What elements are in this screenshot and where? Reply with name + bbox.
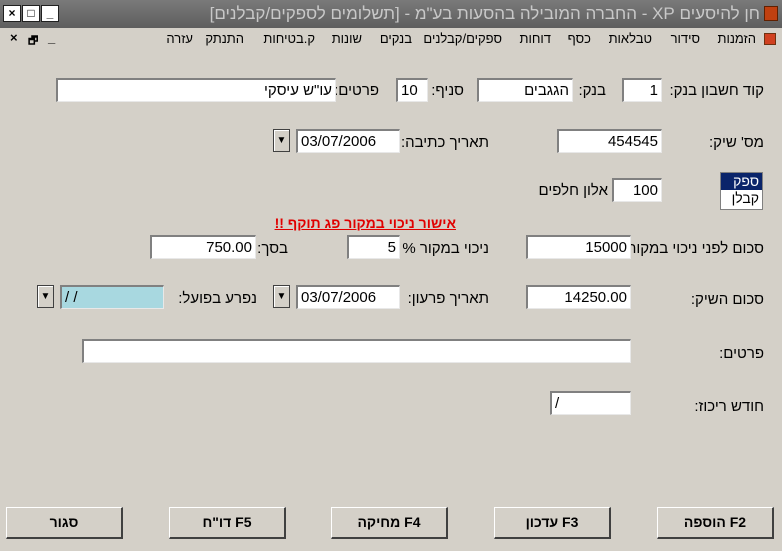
total-field[interactable]: 750.00 [150, 235, 256, 259]
details-top-label: פרטים: [334, 82, 379, 99]
bank-code-label: קוד חשבון בנק: [669, 82, 764, 99]
type-option-supplier[interactable]: ספק [721, 173, 762, 190]
delete-button[interactable]: מחיקה F4 [331, 507, 448, 539]
amount-before-label: סכום לפני ניכוי במקור: [624, 240, 764, 257]
menu-suppliers[interactable]: ספקים/קבלנים [423, 31, 502, 46]
redeem-date-label: תאריך פרעון: [407, 290, 489, 307]
book-number-label: אלון חלפים [538, 182, 608, 199]
menu-banks[interactable]: בנקים [380, 31, 412, 46]
withholding-pct-field[interactable]: 5 [347, 235, 400, 259]
menu-app-icon [764, 33, 776, 45]
consolidation-month-field[interactable]: / [550, 391, 631, 415]
details-label: פרטים: [719, 345, 764, 362]
menu-safety[interactable]: ק.בטיחות [263, 31, 315, 46]
actually-paid-dropdown-icon[interactable]: ▼ [37, 285, 54, 308]
mdi-minimize-icon[interactable]: _ [48, 30, 55, 45]
redeem-date-dropdown-icon[interactable]: ▼ [273, 285, 290, 308]
menu-reports[interactable]: דוחות [520, 31, 552, 46]
title-bar: × □ _ חן להיסעים XP - החברה המובילה בהסע… [0, 0, 782, 28]
actually-paid-label: נפרע בפועל: [178, 290, 257, 307]
amount-before-field[interactable]: 15000 [526, 235, 631, 259]
total-label: בסך: [257, 240, 288, 257]
menu-help[interactable]: עזרה [166, 31, 193, 46]
mdi-close-icon[interactable]: × [10, 30, 18, 45]
menu-logout[interactable]: התנתק [205, 31, 244, 46]
bank-label: בנק: [578, 82, 606, 99]
menu-money[interactable]: כסף [568, 31, 591, 46]
branch-label: סניף: [431, 82, 464, 99]
type-option-contractor[interactable]: קבלן [721, 190, 762, 207]
type-list[interactable]: ספק קבלן [720, 172, 763, 210]
window-close-button[interactable]: × [3, 5, 21, 22]
bank-field[interactable]: הגגבים [477, 78, 573, 102]
window-minimize-button[interactable]: _ [41, 5, 59, 22]
bank-code-field[interactable]: 1 [622, 78, 662, 102]
menu-misc[interactable]: שונות [332, 31, 362, 46]
actually-paid-field[interactable]: / / [60, 285, 164, 309]
redeem-date-field[interactable]: 03/07/2006 [296, 285, 400, 309]
consolidation-month-label: חודש ריכוז: [694, 398, 764, 415]
book-number-field[interactable]: 100 [612, 178, 662, 202]
check-number-field[interactable]: 454545 [557, 129, 662, 153]
menu-orders[interactable]: הזמנות [717, 31, 756, 46]
details-field[interactable] [82, 339, 631, 363]
close-button[interactable]: סגור [6, 507, 123, 539]
branch-field[interactable]: 10 [396, 78, 428, 102]
write-date-label: תאריך כתיבה: [400, 134, 489, 151]
report-button[interactable]: דו"ח F5 [169, 507, 286, 539]
menu-tables[interactable]: טבלאות [609, 31, 652, 46]
check-number-label: מס' שיק: [708, 134, 764, 151]
check-amount-label: סכום השיק: [690, 291, 764, 308]
window-title: חן להיסעים XP - החברה המובילה בהסעות בע"… [209, 4, 760, 23]
write-date-field[interactable]: 03/07/2006 [296, 129, 400, 153]
withholding-pct-label: ניכוי במקור % [402, 240, 489, 257]
add-button[interactable]: הוספה F2 [657, 507, 774, 539]
details-top-field[interactable]: עו"ש עיסקי [56, 78, 336, 102]
withholding-warning: אישור ניכוי במקור פג תוקף !! [274, 215, 456, 231]
menu-arrangement[interactable]: סידור [671, 31, 700, 46]
window-restore-button[interactable]: □ [22, 5, 40, 22]
update-button[interactable]: עדכון F3 [494, 507, 611, 539]
mdi-restore-icon[interactable]: 🗗 [28, 32, 38, 51]
app-icon [764, 6, 778, 21]
check-amount-field[interactable]: 14250.00 [526, 285, 631, 309]
menu-bar: × 🗗 _ הזמנות סידור טבלאות כסף דוחות ספקי… [0, 28, 782, 50]
write-date-dropdown-icon[interactable]: ▼ [273, 129, 290, 152]
